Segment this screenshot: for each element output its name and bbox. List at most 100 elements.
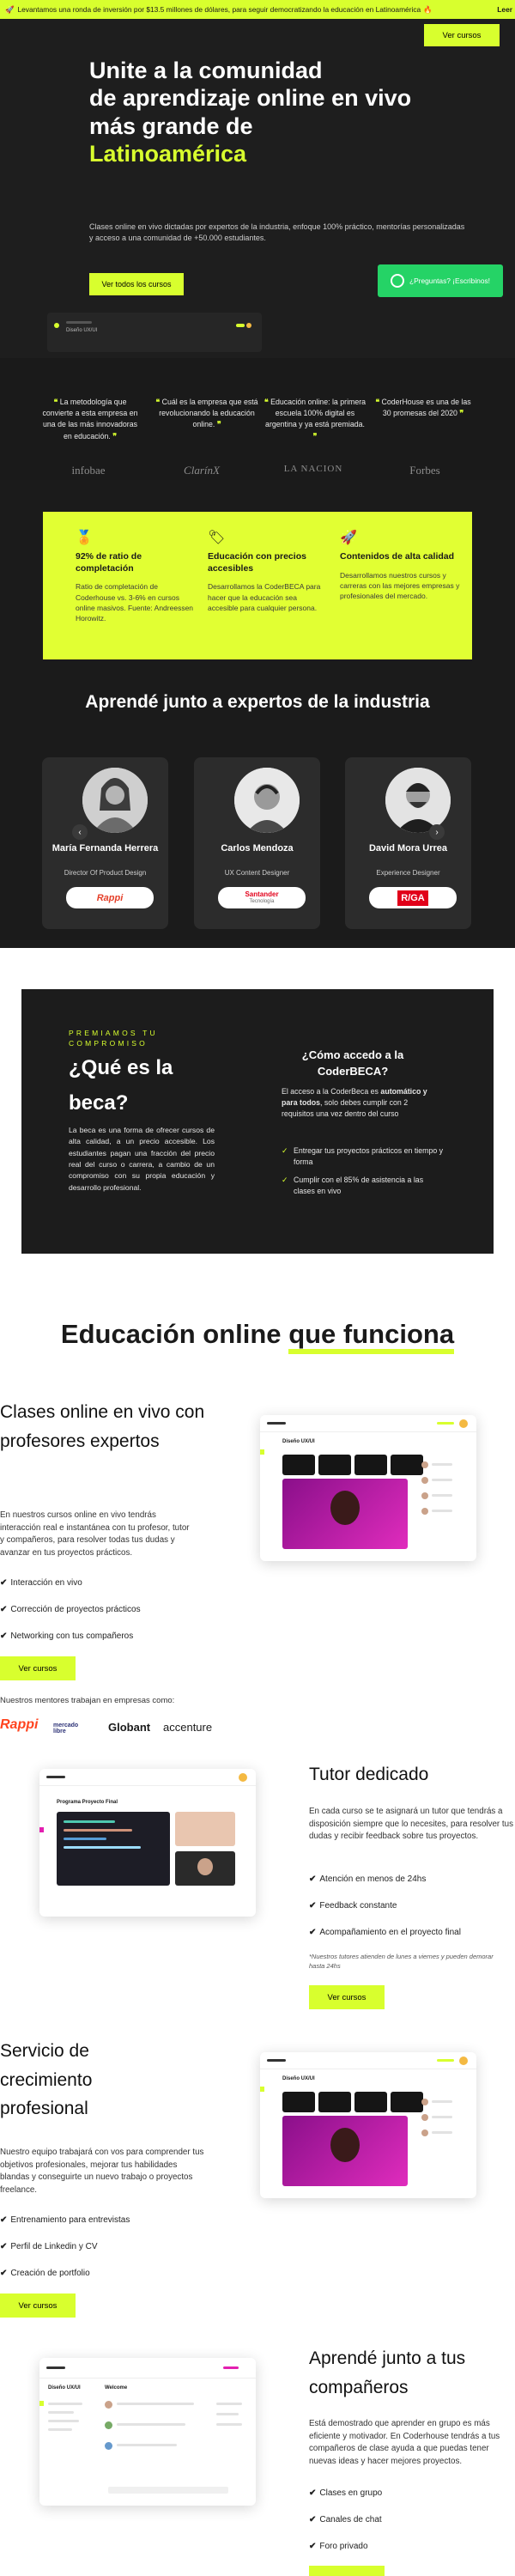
feature-text: Networking con tus compañeros [10, 1631, 134, 1641]
preview-participant-name [432, 1479, 452, 1481]
quote-open-icon: ❝ [53, 398, 58, 406]
preview-badge [236, 324, 245, 327]
preview-code-line [64, 1820, 115, 1823]
feature-item: ✔ Networking con tus compañeros [0, 1631, 133, 1641]
feature-item: ✔ Clases en grupo [309, 2488, 382, 2498]
company-logo-rappi: Rappi [0, 1717, 39, 1732]
hero-description: Clases online en vivo dictadas por exper… [89, 222, 465, 243]
expert-photo [385, 768, 451, 833]
career-preview: Diseño UX/UI [260, 2052, 476, 2198]
expert-card[interactable]: Carlos Mendoza UX Content Designer Santa… [194, 757, 320, 929]
whatsapp-icon [390, 274, 404, 288]
beca-question: ¿Cómo accedo a la CoderBECA? [301, 1048, 404, 1078]
expert-card[interactable]: María Fernanda Herrera Director Of Produ… [42, 757, 168, 929]
check-icon: ✔ [309, 1901, 317, 1911]
view-courses-button[interactable]: Ver cursos [424, 24, 500, 46]
preview-speaker [330, 2128, 360, 2162]
check-icon: ✔ [0, 1631, 8, 1641]
preview-member [216, 2403, 242, 2405]
feature-item: ✔ Entrenamiento para entrevistas [0, 2215, 130, 2225]
preview-badge [437, 2059, 454, 2062]
preview-logo [267, 2059, 286, 2062]
view-courses-button[interactable]: Ver cursos [0, 1656, 76, 1680]
feature-text: Canales de chat [319, 2515, 382, 2524]
beca-requirement: ✓ Entregar tus proyectos prácticos en ti… [282, 1145, 445, 1168]
carousel-prev-button[interactable]: ‹ [72, 824, 88, 840]
check-icon: ✓ [282, 1176, 288, 1184]
preview-participant [421, 1492, 428, 1499]
preview-member [216, 2423, 242, 2426]
expert-company-logo: Rappi [66, 887, 154, 908]
company-logo-globant: Globant [108, 1721, 151, 1734]
view-courses-button[interactable]: Ver cursos [309, 1985, 385, 2009]
preview-avatar [459, 1419, 468, 1428]
preview-title: Diseño UX/UI [282, 1439, 315, 1444]
banner-text: Levantamos una ronda de inversión por $1… [17, 5, 421, 14]
feature-item: ✔ Interacción en vivo [0, 1578, 82, 1588]
preview-participant [421, 1461, 428, 1468]
preview-code-line [64, 1838, 106, 1840]
preview-speaker [330, 1491, 360, 1525]
beca-description: La beca es una forma de ofrecer cursos d… [69, 1126, 215, 1192]
preview-chat-message [117, 2403, 194, 2405]
preview-nav-indicator [39, 2401, 44, 2406]
press-quote: ❝ CoderHouse es una de las 30 promesas d… [371, 397, 476, 419]
preview-nav-indicator [260, 1449, 264, 1455]
feature-text: Perfil de Linkedin y CV [10, 2242, 98, 2251]
press-quote-text: CoderHouse es una de las 30 promesas del… [381, 398, 471, 418]
education-title: Educación online que funciona [0, 1319, 515, 1354]
stat-description: Desarrollamos nuestros cursos y carreras… [340, 570, 460, 601]
announcement-banner: 🚀 Levantamos una ronda de inversión por … [0, 0, 515, 19]
expert-card[interactable]: David Mora Urrea Experience Designer R/G… [345, 757, 471, 929]
quote-open-icon: ❝ [155, 398, 161, 406]
quote-close-icon: ❞ [459, 409, 464, 418]
view-courses-button-partial[interactable] [309, 2566, 385, 2576]
live-class-preview: Diseño UX/UI [260, 1415, 476, 1561]
preview-member [216, 2413, 239, 2415]
press-quote-text: La metodología que convierte a esta empr… [42, 398, 138, 440]
banner-read-link[interactable]: Leer [497, 5, 512, 14]
preview-chat-avatar [105, 2442, 112, 2450]
education-title-underlined: que funciona [288, 1319, 455, 1354]
preview-nav-indicator [39, 1827, 44, 1832]
preview-thumbnail [318, 1455, 351, 1475]
preview-chat-avatar [105, 2421, 112, 2429]
preview-participant-name [432, 2100, 452, 2103]
experts-title: Aprendé junto a expertos de la industria [85, 692, 430, 712]
stat-quality: 🚀 Contenidos de alta calidad Desarrollam… [340, 529, 460, 602]
check-icon: ✓ [282, 1146, 288, 1155]
preview-sidebar-line [48, 2411, 74, 2414]
feature-text: Clases en grupo [319, 2488, 383, 2498]
preview-participant [421, 1508, 428, 1515]
rocket-icon: 🚀 [5, 4, 15, 14]
feature-text: Corrección de proyectos prácticos [10, 1605, 141, 1614]
check-icon: ✔ [309, 2515, 317, 2524]
preview-participant [421, 2129, 428, 2136]
preview-thumbnail [391, 2092, 423, 2112]
preview-badge [223, 2366, 239, 2369]
feature-text: Interacción en vivo [10, 1578, 82, 1588]
block-career-desc: Nuestro equipo trabajará con vos para co… [0, 2148, 204, 2196]
check-icon: ✔ [309, 1928, 317, 1937]
preview-participant [421, 2114, 428, 2121]
feature-text: Creación de portfolio [10, 2269, 90, 2278]
press-logo-clarin: ClarínX [184, 464, 220, 477]
beca-requirement-text: Entregar tus proyectos prácticos en tiem… [294, 1146, 444, 1167]
expert-company-logo: R/GA [369, 887, 457, 908]
preview-channel: Welcome [105, 2385, 128, 2391]
whatsapp-button[interactable]: ¿Preguntas? ¡Escribinos! [378, 264, 503, 297]
press-quote-text: Educación online: la primera escuela 100… [265, 398, 367, 429]
company-logo-mercadolibre: mercado libre [53, 1722, 79, 1735]
preview-sidebar-line [48, 2403, 82, 2405]
fire-icon: 🔥 [423, 4, 433, 14]
preview-toolbar [39, 1769, 256, 1786]
preview-thumbnail [354, 2092, 387, 2112]
press-logo-infobae: infobae [71, 464, 106, 477]
view-courses-button[interactable]: Ver cursos [0, 2293, 76, 2318]
preview-sidebar-line [48, 2420, 79, 2422]
all-courses-button[interactable]: Ver todos los cursos [89, 273, 184, 295]
medal-icon: 🏅 [76, 531, 93, 545]
carousel-next-button[interactable]: › [429, 824, 445, 840]
mentor-companies-label: Nuestros mentores trabajan en empresas c… [0, 1696, 175, 1705]
check-icon: ✔ [0, 1605, 8, 1614]
